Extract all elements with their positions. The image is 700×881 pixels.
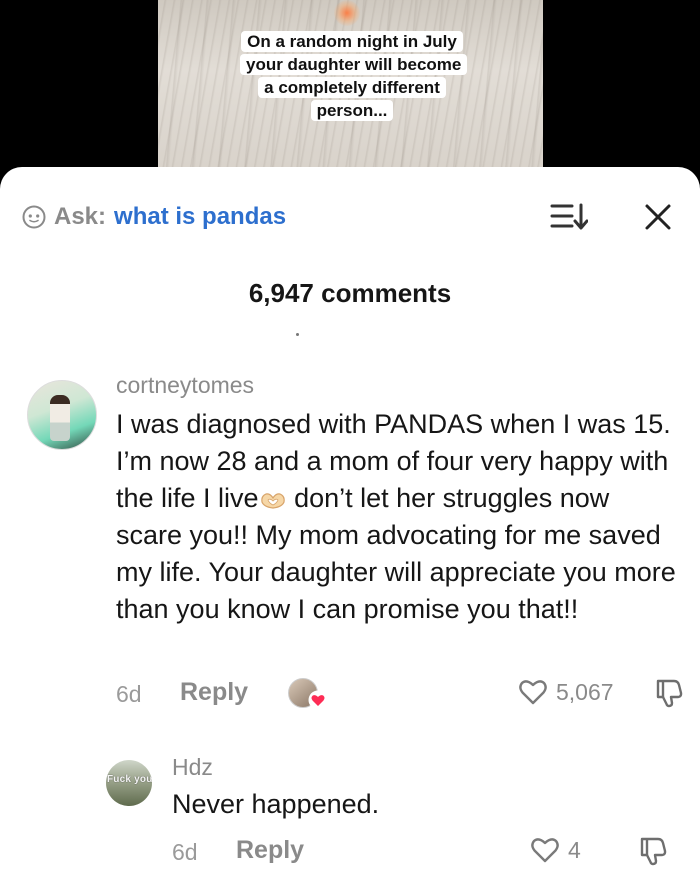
- comment-username[interactable]: cortneytomes: [116, 372, 254, 399]
- comment-time: 6d: [116, 681, 142, 707]
- reply-button[interactable]: Reply: [236, 836, 304, 865]
- comment-username[interactable]: Hdz: [172, 754, 213, 781]
- candle-flame: [334, 0, 360, 26]
- red-heart-icon: [308, 690, 328, 710]
- avatar-figure: [50, 395, 70, 441]
- like-button[interactable]: 4: [530, 836, 581, 864]
- comment-list: cortneytomes I was diagnosed with PANDAS…: [0, 167, 700, 881]
- avatar[interactable]: [27, 380, 97, 450]
- comment-time: 6d: [172, 839, 198, 865]
- avatar-text: Fuck you: [107, 774, 152, 785]
- heart-hands-emoji: [260, 493, 285, 509]
- comment-text: Never happened.: [172, 789, 380, 819]
- creator-liked-badge: [288, 676, 328, 712]
- like-count: 5,067: [556, 678, 614, 705]
- video-caption: On a random night in July your daughter …: [240, 30, 468, 122]
- video-preview[interactable]: On a random night in July your daughter …: [0, 0, 700, 175]
- avatar[interactable]: Fuck you: [106, 760, 152, 806]
- comment-actions: 6d Reply 4: [172, 836, 684, 872]
- thumbs-down-icon[interactable]: [654, 678, 684, 708]
- heart-outline-icon: [519, 680, 547, 705]
- comment-actions: 6d Reply 5,067: [116, 678, 684, 714]
- like-button[interactable]: 5,067: [518, 678, 614, 706]
- heart-outline-icon: [531, 838, 559, 863]
- reply-button[interactable]: Reply: [180, 678, 248, 707]
- thumbs-down-icon[interactable]: [638, 836, 668, 866]
- comment-text: I was diagnosed with PANDAS when I was 1…: [116, 409, 676, 624]
- like-count: 4: [568, 836, 581, 863]
